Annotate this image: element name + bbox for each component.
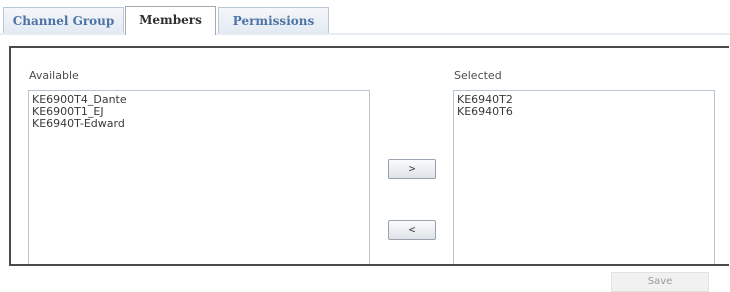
tab-permissions[interactable]: Permissions [218, 7, 329, 34]
tab-channel-group[interactable]: Channel Group [3, 7, 124, 34]
selected-listbox[interactable]: KE6940T2 KE6940T6 [453, 90, 715, 264]
tab-members[interactable]: Members [125, 6, 216, 35]
save-button[interactable]: Save [611, 272, 709, 292]
tab-baseline [0, 33, 730, 35]
list-item[interactable]: KE6940T-Edward [32, 118, 366, 130]
available-heading: Available [29, 69, 79, 82]
selected-heading: Selected [454, 69, 502, 82]
members-editor: Channel Group Members Permissions Availa… [0, 0, 730, 292]
move-right-button[interactable]: > [388, 159, 436, 179]
move-left-button[interactable]: < [388, 220, 436, 240]
members-panel: Available Selected KE6900T4_Dante KE6900… [9, 46, 729, 266]
list-item[interactable]: KE6940T6 [457, 106, 711, 118]
available-listbox[interactable]: KE6900T4_Dante KE6900T1_EJ KE6940T-Edwar… [28, 90, 370, 264]
